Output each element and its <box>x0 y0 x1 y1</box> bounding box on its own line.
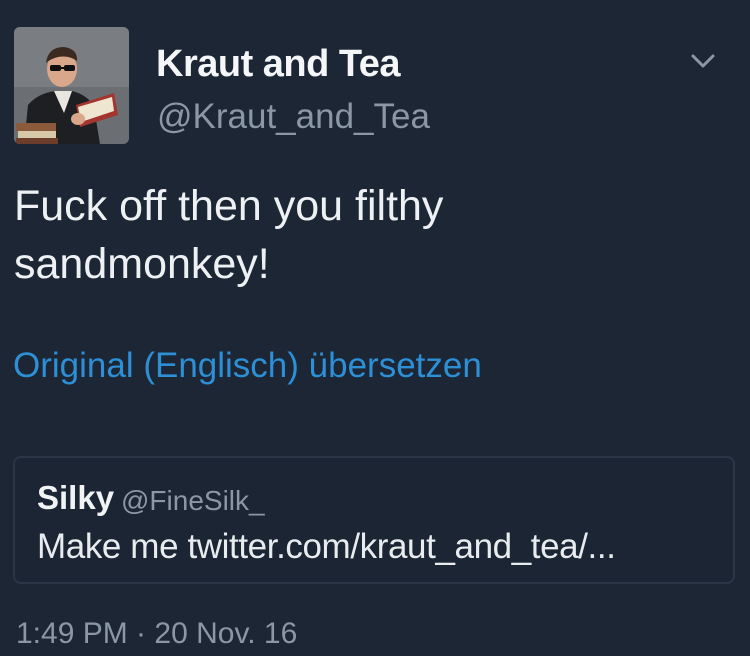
author-handle[interactable]: @Kraut_and_Tea <box>157 96 430 138</box>
quoted-author-name: Silky <box>37 479 115 516</box>
tweet-menu-button[interactable] <box>686 48 720 74</box>
avatar[interactable] <box>14 27 129 144</box>
quoted-author-handle: @FineSilk_ <box>121 485 265 516</box>
avatar-image <box>14 27 129 144</box>
chevron-down-icon <box>691 54 715 68</box>
tweet-card: Kraut and Tea @Kraut_and_Tea Fuck off th… <box>0 0 750 656</box>
tweet-text: Fuck off then you filthy sandmonkey! <box>14 177 714 293</box>
tweet-timestamp[interactable]: 1:49 PM · 20 Nov. 16 <box>16 614 297 654</box>
tweet-text-line: Fuck off then you filthy <box>14 182 444 230</box>
translate-link[interactable]: Original (Englisch) übersetzen <box>13 344 482 388</box>
tweet-text-line: sandmonkey! <box>14 240 270 288</box>
quoted-tweet-text: Make me twitter.com/kraut_and_tea/... <box>37 527 616 566</box>
quoted-tweet[interactable]: Silky @FineSilk_ Make me twitter.com/kra… <box>13 456 735 584</box>
author-name[interactable]: Kraut and Tea <box>156 42 401 86</box>
